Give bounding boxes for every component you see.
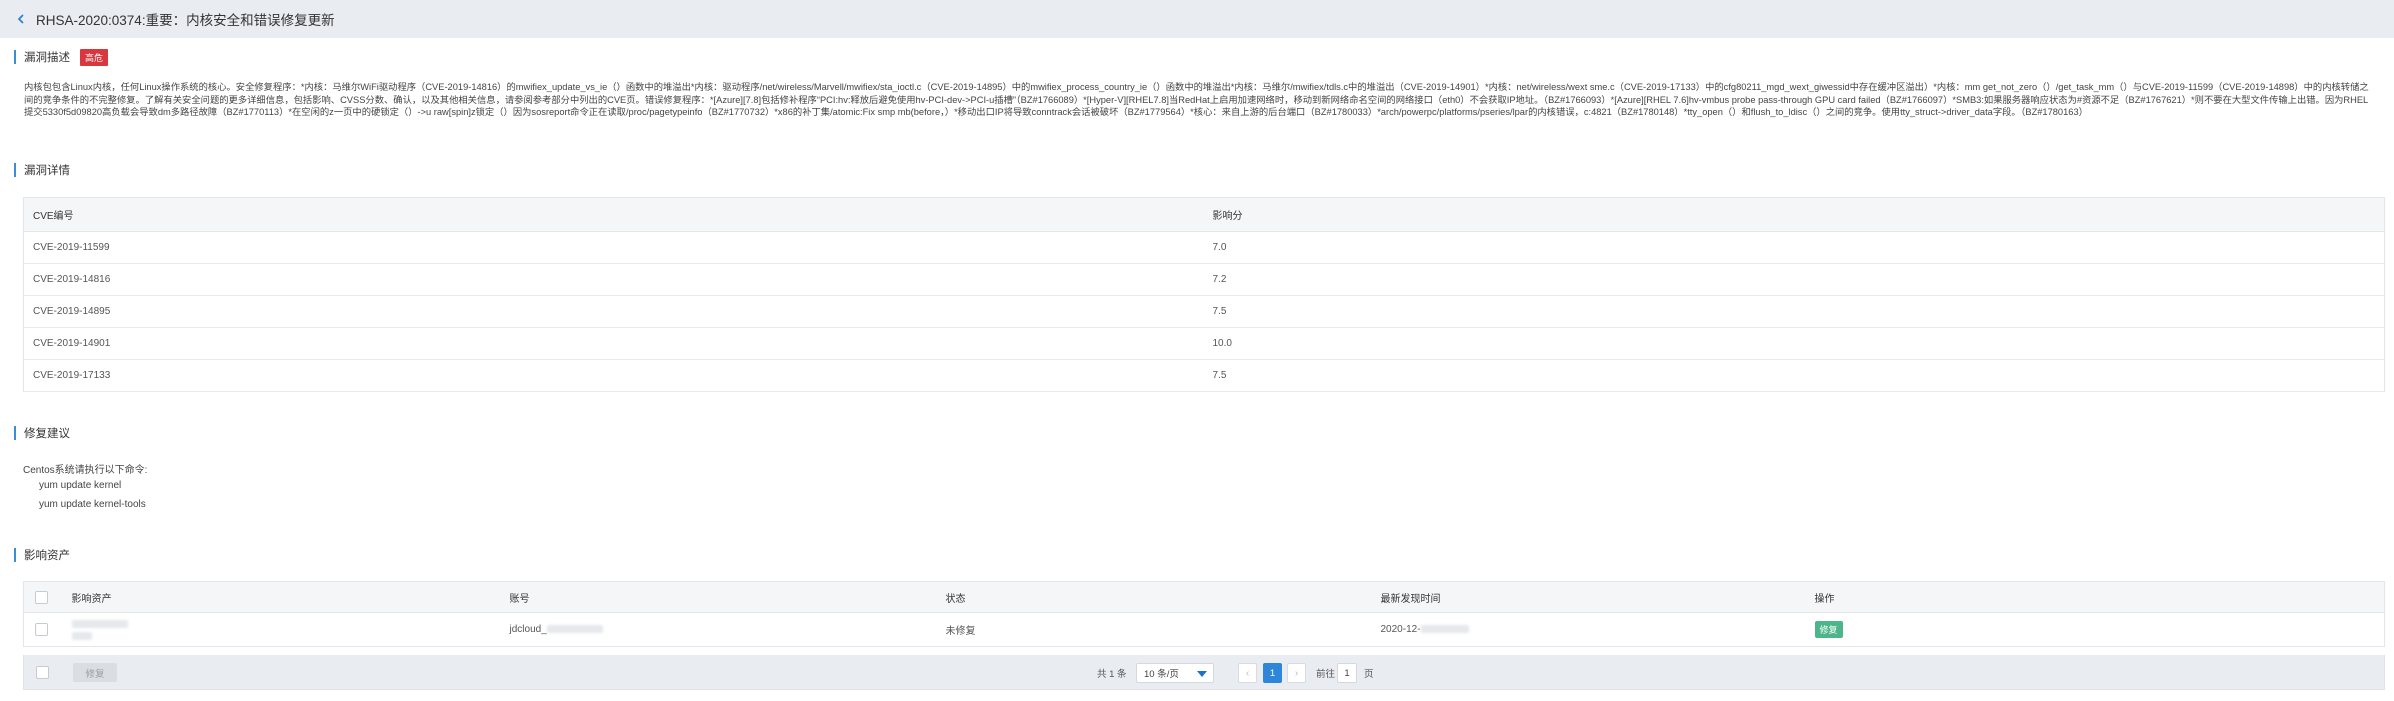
impact-score: 7.5	[1203, 295, 2385, 328]
fix-command: yum update kernel	[39, 480, 122, 491]
impact-score: 7.2	[1203, 263, 2385, 296]
goto-page-input[interactable]	[1337, 663, 1357, 683]
page-size-select[interactable]: 10 条/页	[1136, 663, 1214, 683]
section-title-description: 漏洞描述 高危	[14, 48, 109, 66]
section-title-text: 影响资产	[24, 550, 70, 562]
action-cell: 修复	[1814, 612, 2385, 647]
table-footer: 修复 共 1 条 10 条/页 ‹ 1 › 前往 页	[23, 655, 2385, 690]
cve-detail-table: CVE编号 影响分 CVE-2019-11599 7.0 CVE-2019-14…	[23, 197, 2385, 392]
back-arrow-icon[interactable]	[14, 12, 28, 26]
pager-total: 共 1 条	[1097, 668, 1127, 680]
table-row: CVE-2019-11599 7.0	[23, 231, 2385, 264]
column-header-account: 账号	[509, 581, 946, 613]
account-cell: jdcloud_	[509, 612, 946, 647]
status-text: 未修复	[945, 612, 1381, 647]
table-header-row: CVE编号 影响分	[23, 197, 2385, 232]
select-all-cell	[23, 581, 72, 613]
footer-select-all-checkbox[interactable]	[36, 666, 49, 679]
time-text: 2020-12-	[1380, 624, 1421, 635]
section-title-assets: 影响资产	[14, 548, 70, 562]
blurred-asset-line	[71, 632, 92, 641]
table-row: CVE-2019-14816 7.2	[23, 263, 2385, 296]
column-header-cve: CVE编号	[23, 197, 1204, 232]
table-row: CVE-2019-14901 10.0	[23, 327, 2385, 360]
blurred-account-suffix	[546, 625, 603, 634]
current-page-button[interactable]: 1	[1263, 663, 1282, 683]
section-title-text: 漏洞描述	[24, 52, 70, 64]
column-header-asset: 影响资产	[71, 581, 510, 613]
column-header-time: 最新发现时间	[1380, 581, 1815, 613]
fix-command: yum update kernel-tools	[39, 499, 146, 510]
goto-label: 前往	[1316, 668, 1336, 680]
impact-score: 7.5	[1203, 359, 2385, 392]
cve-id: CVE-2019-11599	[23, 231, 1204, 264]
blurred-time-suffix	[1420, 625, 1469, 634]
page-size-value: 10 条/页	[1144, 669, 1179, 680]
asset-name-blurred	[71, 618, 510, 642]
account-text: jdcloud_	[509, 624, 547, 635]
next-page-button[interactable]: ›	[1287, 663, 1306, 683]
fix-action-button[interactable]: 修复	[1814, 621, 1843, 638]
section-title-text: 修复建议	[24, 428, 70, 440]
severity-badge: 高危	[80, 48, 109, 66]
cve-id: CVE-2019-17133	[23, 359, 1204, 392]
fix-intro: Centos系统请执行以下命令:	[23, 465, 148, 476]
table-header-row: 影响资产 账号 状态 最新发现时间 操作	[23, 581, 2385, 613]
page-header: RHSA-2020:0374:重要：内核安全和错误修复更新	[0, 0, 2394, 38]
column-header-score: 影响分	[1203, 197, 2385, 232]
cve-id: CVE-2019-14895	[23, 295, 1204, 328]
impact-score: 7.0	[1203, 231, 2385, 264]
column-header-status: 状态	[945, 581, 1381, 613]
section-title-details: 漏洞详情	[14, 163, 70, 177]
cve-id: CVE-2019-14816	[23, 263, 1204, 296]
impact-score: 10.0	[1203, 327, 2385, 360]
section-title-text: 漏洞详情	[24, 165, 70, 177]
caret-down-icon	[1197, 671, 1207, 677]
table-row: CVE-2019-17133 7.5	[23, 359, 2385, 392]
table-row: jdcloud_ 未修复 2020-12- 修复	[23, 612, 2385, 647]
row-checkbox[interactable]	[35, 623, 48, 636]
time-cell: 2020-12-	[1380, 612, 1815, 647]
section-title-fix: 修复建议	[14, 426, 70, 440]
prev-page-button[interactable]: ‹	[1238, 663, 1257, 683]
row-select-cell	[23, 612, 72, 647]
page-suffix: 页	[1364, 668, 1374, 680]
column-header-action: 操作	[1814, 581, 2385, 613]
table-row: CVE-2019-14895 7.5	[23, 295, 2385, 328]
affected-asset-table: 影响资产 账号 状态 最新发现时间 操作 jdcloud_ 未修复 2020-1	[23, 581, 2385, 647]
batch-fix-button[interactable]: 修复	[73, 663, 117, 682]
vulnerability-description: 内核包包含Linux内核，任何Linux操作系统的核心。安全修复程序：*内核：马…	[24, 82, 2369, 117]
blurred-asset-line	[71, 620, 128, 629]
page-title: RHSA-2020:0374:重要：内核安全和错误修复更新	[36, 13, 335, 28]
select-all-checkbox[interactable]	[35, 590, 48, 604]
asset-name-cell	[71, 612, 510, 647]
cve-id: CVE-2019-14901	[23, 327, 1204, 360]
